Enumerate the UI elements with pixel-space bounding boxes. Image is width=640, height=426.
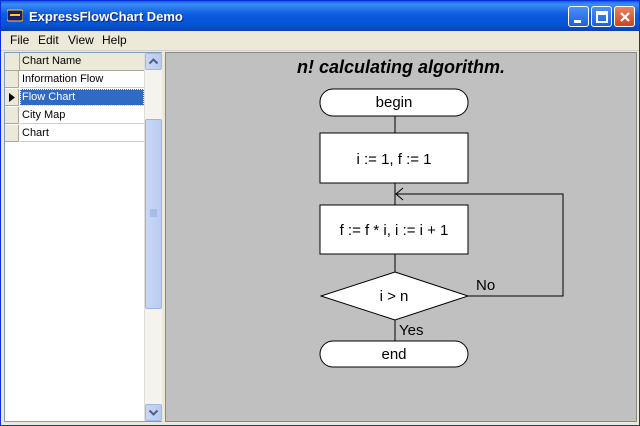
chart-list-grid: Chart Name Information Flow Flow Chart C… xyxy=(4,52,162,422)
scroll-thumb[interactable] xyxy=(145,119,162,309)
flowchart-canvas[interactable]: n! calculating algorithm. begin i := 1, … xyxy=(165,52,637,422)
row-indicator[interactable] xyxy=(5,125,19,142)
chevron-down-icon xyxy=(148,409,159,416)
row-indicator-current[interactable] xyxy=(5,89,19,106)
title-bar[interactable]: ExpressFlowChart Demo xyxy=(1,1,639,31)
minimize-button[interactable] xyxy=(568,6,589,27)
close-button[interactable] xyxy=(614,6,635,27)
grid-row-chart[interactable]: Chart xyxy=(20,125,144,142)
begin-label: begin xyxy=(376,94,413,111)
grip-icon xyxy=(150,209,157,217)
vertical-scrollbar[interactable] xyxy=(144,53,162,421)
app-window: ExpressFlowChart Demo File Edit View Hel… xyxy=(0,0,640,426)
grid-row-information-flow[interactable]: Information Flow xyxy=(20,71,144,88)
menu-file[interactable]: File xyxy=(10,33,29,47)
maximize-icon xyxy=(596,11,608,23)
menu-edit[interactable]: Edit xyxy=(38,33,59,47)
yes-branch-label: Yes xyxy=(399,322,423,339)
minimize-icon xyxy=(574,20,581,23)
menu-view[interactable]: View xyxy=(68,33,94,47)
close-icon xyxy=(620,12,630,22)
end-label: end xyxy=(381,346,406,363)
grid-row-city-map[interactable]: City Map xyxy=(20,107,144,124)
scroll-down-button[interactable] xyxy=(145,404,162,421)
maximize-button[interactable] xyxy=(591,6,612,27)
scroll-up-button[interactable] xyxy=(145,53,162,70)
grid-header: Chart Name xyxy=(5,53,144,71)
step-label: f := f * i, i := i + 1 xyxy=(340,222,449,239)
row-indicator[interactable] xyxy=(5,71,19,88)
row-indicator[interactable] xyxy=(5,107,19,124)
init-label: i := 1, f := 1 xyxy=(356,151,431,168)
menu-help[interactable]: Help xyxy=(102,33,127,47)
flowchart-diagram: begin i := 1, f := 1 f := f * i, i := i … xyxy=(319,88,564,368)
app-icon xyxy=(7,9,23,22)
column-header-chart-name[interactable]: Chart Name xyxy=(22,55,81,67)
grid-row-flow-chart[interactable]: Flow Chart xyxy=(20,89,144,106)
window-title: ExpressFlowChart Demo xyxy=(29,9,183,24)
no-branch-label: No xyxy=(476,277,495,294)
current-row-arrow-icon xyxy=(9,93,15,102)
condition-label: i > n xyxy=(380,288,409,305)
header-indicator xyxy=(5,53,20,70)
chevron-up-icon xyxy=(148,58,159,65)
menu-bar: File Edit View Help xyxy=(1,31,639,51)
